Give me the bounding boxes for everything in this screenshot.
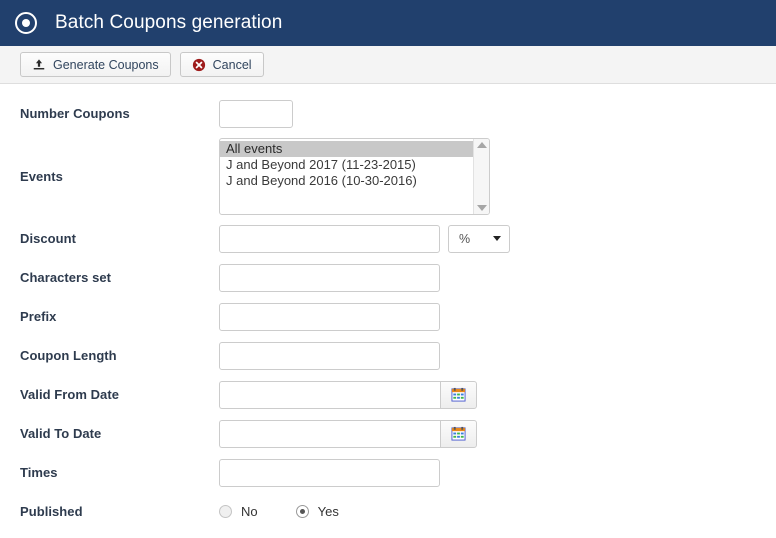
radio-checked-icon[interactable] [295, 505, 309, 518]
cancel-button[interactable]: Cancel [179, 52, 264, 77]
toolbar: Generate Coupons Cancel [0, 46, 776, 84]
row-valid-from-date: Valid From Date [0, 375, 776, 414]
coupon-length-input[interactable] [219, 341, 440, 370]
row-discount: Discount % [0, 219, 776, 258]
upload-icon [33, 58, 45, 69]
prefix-input[interactable] [219, 302, 440, 331]
label-valid-from-date: Valid From Date [20, 387, 119, 402]
cancel-label: Cancel [212, 57, 252, 72]
published-radio-yes[interactable]: Yes [295, 504, 339, 519]
published-radio-no[interactable]: No [219, 504, 258, 519]
events-option[interactable]: J and Beyond 2016 (10-30-2016) [220, 173, 473, 189]
control-characters-set [219, 263, 440, 292]
label-events: Events [20, 168, 63, 184]
label-prefix: Prefix [20, 309, 57, 324]
calendar-icon [451, 426, 466, 441]
characters-set-input[interactable] [219, 263, 440, 292]
row-valid-to-date: Valid To Date [0, 414, 776, 453]
page-header: Batch Coupons generation [0, 0, 776, 46]
valid-to-date-input[interactable] [219, 419, 440, 448]
published-radio-yes-label: Yes [317, 504, 339, 519]
cancel-circle-icon [192, 58, 205, 71]
page-title: Batch Coupons generation [55, 12, 283, 33]
calendar-icon [451, 387, 466, 402]
number-coupons-input[interactable] [219, 99, 293, 128]
batch-coupons-form: Number Coupons Events All events J and B… [0, 84, 776, 531]
valid-to-date-picker-button[interactable] [440, 419, 477, 448]
times-input[interactable] [219, 458, 440, 487]
control-prefix [219, 302, 440, 331]
discount-unit-select[interactable]: % [448, 224, 510, 253]
control-coupon-length [219, 341, 440, 370]
row-published: Published No Yes [0, 492, 776, 531]
label-coupon-length: Coupon Length [20, 348, 117, 363]
label-characters-set: Characters set [20, 270, 112, 285]
control-valid-to-date [219, 419, 477, 448]
label-times: Times [20, 465, 58, 480]
events-listbox-scrollbar[interactable] [473, 138, 489, 214]
row-events: Events All events J and Beyond 2017 (11-… [0, 133, 776, 219]
scroll-down-arrow-icon[interactable] [476, 204, 487, 211]
valid-from-date-picker-button[interactable] [440, 380, 477, 409]
control-events: All events J and Beyond 2017 (11-23-2015… [219, 137, 490, 215]
events-option[interactable]: All events [220, 140, 473, 157]
control-times [219, 458, 440, 487]
control-number-coupons [219, 99, 293, 128]
control-published: No Yes [219, 504, 339, 519]
target-circle-icon [15, 12, 37, 34]
label-published: Published [20, 504, 83, 519]
generate-coupons-button[interactable]: Generate Coupons [20, 52, 171, 77]
discount-input[interactable] [219, 224, 440, 253]
row-times: Times [0, 453, 776, 492]
generate-coupons-label: Generate Coupons [53, 57, 159, 72]
published-radio-group: No Yes [219, 504, 339, 519]
label-number-coupons: Number Coupons [20, 106, 130, 121]
control-discount: % [219, 224, 510, 253]
scroll-up-arrow-icon[interactable] [476, 141, 487, 148]
chevron-down-icon [493, 236, 501, 241]
events-option[interactable]: J and Beyond 2017 (11-23-2015) [220, 157, 473, 173]
row-characters-set: Characters set [0, 258, 776, 297]
discount-unit-value: % [459, 231, 471, 246]
control-valid-from-date [219, 380, 477, 409]
row-number-coupons: Number Coupons [0, 94, 776, 133]
events-listbox[interactable]: All events J and Beyond 2017 (11-23-2015… [219, 137, 490, 215]
radio-unchecked-icon[interactable] [219, 505, 232, 518]
row-coupon-length: Coupon Length [0, 336, 776, 375]
label-valid-to-date: Valid To Date [20, 426, 102, 441]
row-prefix: Prefix [0, 297, 776, 336]
published-radio-no-label: No [241, 504, 258, 519]
label-discount: Discount [20, 231, 77, 246]
valid-from-date-input[interactable] [219, 380, 440, 409]
events-listbox-items: All events J and Beyond 2017 (11-23-2015… [220, 139, 473, 214]
